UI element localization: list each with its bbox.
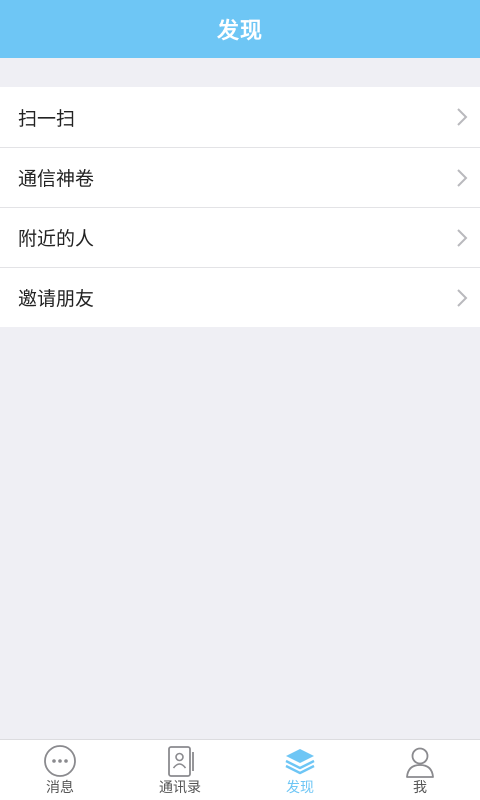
- person-icon: [406, 747, 434, 778]
- chevron-right-icon: [457, 228, 468, 247]
- layers-icon: [285, 749, 315, 775]
- page-title: 发现: [216, 19, 263, 44]
- tab-messages[interactable]: 消息: [0, 740, 120, 800]
- menu-item-label: 通信神卷: [18, 168, 95, 190]
- menu-item-nearby-people[interactable]: 附近的人: [0, 207, 480, 267]
- contacts-book-icon: [168, 746, 194, 777]
- menu-item-label: 邀请朋友: [18, 288, 95, 310]
- bottom-tab-bar: 消息 通讯录 发现 我: [0, 739, 480, 800]
- tab-label: 我: [413, 780, 427, 796]
- tab-label: 通讯录: [159, 780, 201, 796]
- header-bar: 发现: [0, 0, 480, 58]
- discover-menu-list: 扫一扫 通信神卷 附近的人 邀请朋友: [0, 87, 480, 327]
- chevron-right-icon: [457, 288, 468, 307]
- tab-contacts[interactable]: 通讯录: [120, 740, 240, 800]
- app-window: 发现 扫一扫 通信神卷 附近的人 邀请朋友 消息 通讯录 发现 我: [0, 0, 480, 800]
- chat-bubble-icon: [44, 745, 76, 777]
- tab-label: 发现: [286, 780, 314, 796]
- menu-item-communication[interactable]: 通信神卷: [0, 147, 480, 207]
- menu-item-label: 扫一扫: [18, 107, 76, 130]
- tab-label: 消息: [46, 780, 74, 796]
- menu-item-label: 附近的人: [18, 228, 95, 250]
- tab-discover[interactable]: 发现: [240, 740, 360, 800]
- tab-me[interactable]: 我: [360, 740, 480, 800]
- chevron-right-icon: [457, 168, 468, 187]
- chevron-right-icon: [457, 108, 468, 126]
- menu-item-invite-friends[interactable]: 邀请朋友: [0, 267, 480, 327]
- menu-item-scan[interactable]: 扫一扫: [0, 87, 480, 147]
